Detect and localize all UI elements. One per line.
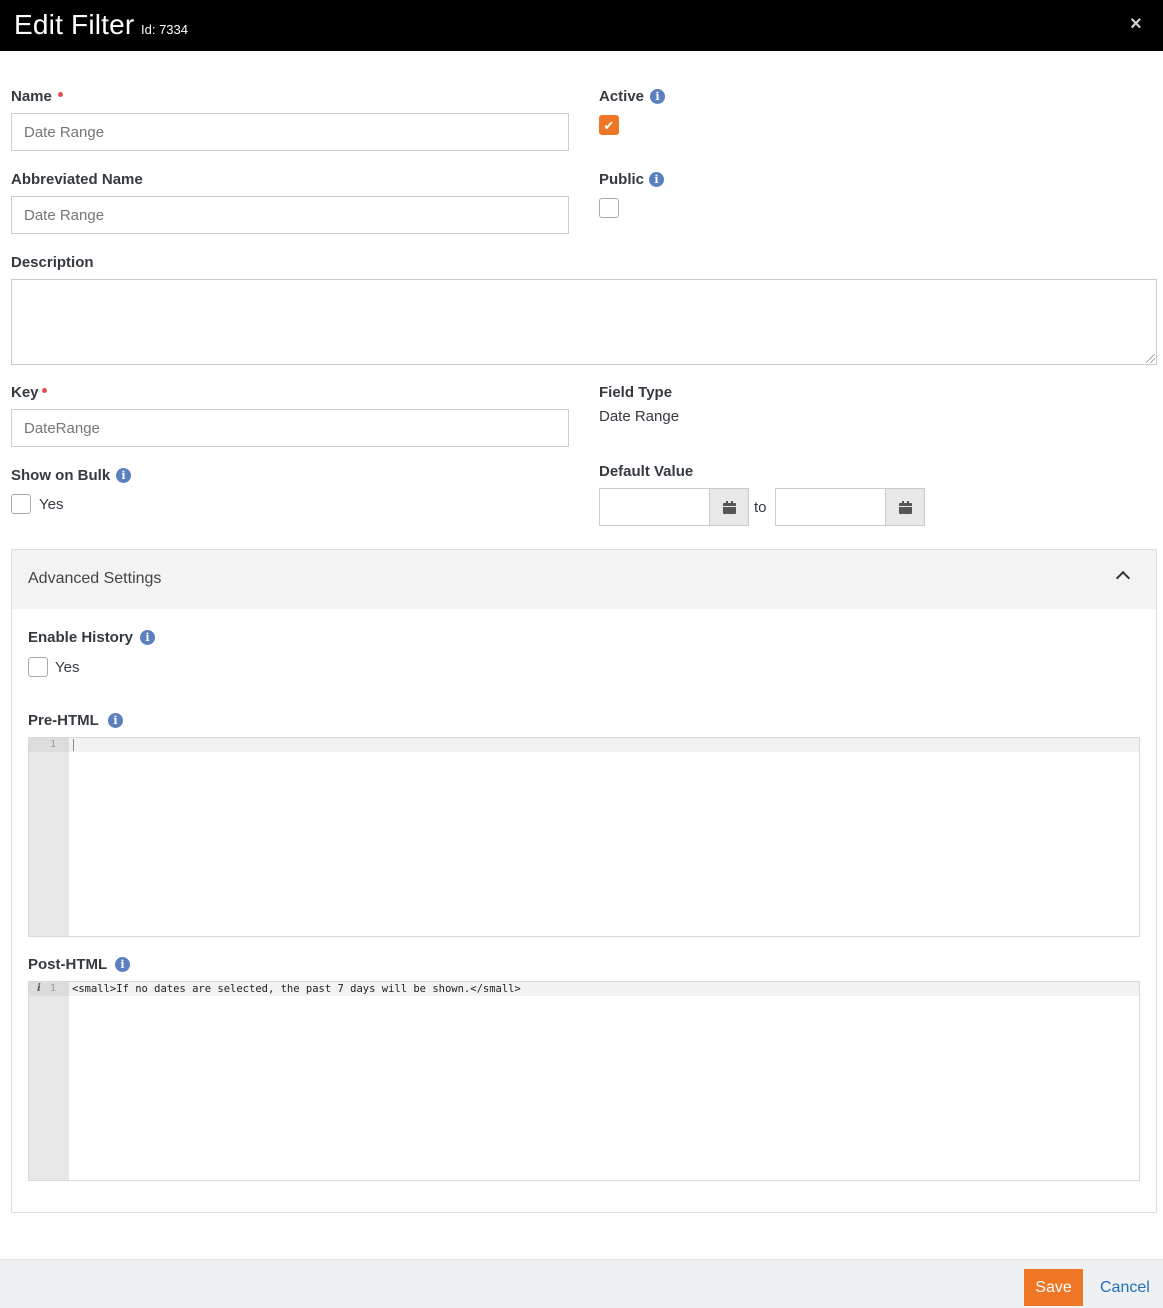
advanced-settings-title: Advanced Settings bbox=[28, 570, 162, 587]
advanced-settings-header[interactable]: Advanced Settings bbox=[12, 550, 1156, 609]
post-html-info-icon[interactable]: i bbox=[115, 957, 130, 972]
active-info-icon[interactable]: i bbox=[650, 89, 665, 104]
post-html-label: Post-HTML bbox=[28, 956, 108, 973]
dialog-id-label: Id: 7334 bbox=[141, 22, 188, 37]
cancel-link[interactable]: Cancel bbox=[1100, 1279, 1150, 1297]
pre-html-editor[interactable]: 1 bbox=[28, 737, 1140, 937]
post-html-line-number: 1 bbox=[50, 983, 57, 994]
resize-grip-icon[interactable] bbox=[1146, 354, 1155, 363]
show-on-bulk-label: Show on Bulk bbox=[11, 467, 111, 484]
default-value-separator: to bbox=[754, 499, 767, 516]
calendar-icon bbox=[898, 500, 912, 514]
description-textarea[interactable] bbox=[11, 279, 1157, 365]
default-value-label: Default Value bbox=[599, 463, 694, 480]
pre-html-cursor bbox=[73, 739, 74, 751]
show-on-bulk-info-icon[interactable]: i bbox=[116, 468, 131, 483]
dialog-footer: Save Cancel bbox=[0, 1259, 1163, 1308]
active-checkbox[interactable]: ✔ bbox=[599, 115, 619, 135]
key-label: Key bbox=[11, 384, 39, 401]
default-value-to-calendar-button[interactable] bbox=[886, 488, 925, 526]
name-label: Name bbox=[11, 88, 52, 105]
field-type-value: Date Range bbox=[599, 408, 680, 425]
abbreviated-name-label: Abbreviated Name bbox=[11, 171, 143, 188]
pre-html-active-line bbox=[29, 738, 1139, 752]
field-type-label: Field Type bbox=[599, 384, 673, 401]
post-html-active-gutter bbox=[29, 982, 69, 996]
enable-history-info-icon[interactable]: i bbox=[140, 630, 155, 645]
name-input[interactable]: Date Range bbox=[11, 113, 569, 151]
pre-html-label: Pre-HTML bbox=[28, 712, 99, 729]
key-required-dot bbox=[42, 388, 47, 393]
post-html-editor[interactable]: i 1 <small>If no dates are selected, the… bbox=[28, 981, 1140, 1181]
pre-html-line-number: 1 bbox=[50, 739, 57, 750]
default-value-from-input[interactable] bbox=[599, 488, 710, 526]
save-button[interactable]: Save bbox=[1024, 1269, 1083, 1306]
post-html-gutter bbox=[29, 982, 69, 1180]
enable-history-label: Enable History bbox=[28, 629, 134, 646]
dialog-header: Edit Filter Id: 7334 × bbox=[0, 0, 1163, 51]
default-value-to-input[interactable] bbox=[775, 488, 886, 526]
name-required-dot bbox=[58, 92, 63, 97]
calendar-icon bbox=[722, 500, 736, 514]
enable-history-yes-label: Yes bbox=[55, 659, 80, 676]
show-on-bulk-yes-label: Yes bbox=[39, 496, 64, 513]
dialog-title: Edit Filter bbox=[14, 9, 135, 40]
pre-html-gutter bbox=[29, 738, 69, 936]
chevron-up-icon[interactable] bbox=[1115, 570, 1131, 586]
pre-html-info-icon[interactable]: i bbox=[108, 713, 123, 728]
lint-info-icon: i bbox=[37, 983, 41, 994]
key-input[interactable]: DateRange bbox=[11, 409, 569, 447]
abbreviated-name-input[interactable]: Date Range bbox=[11, 196, 569, 234]
enable-history-checkbox[interactable] bbox=[28, 657, 48, 677]
show-on-bulk-checkbox[interactable] bbox=[11, 494, 31, 514]
pre-html-active-gutter bbox=[29, 738, 69, 752]
public-info-icon[interactable]: i bbox=[649, 172, 664, 187]
advanced-settings-panel: Advanced Settings Enable History i Yes P… bbox=[11, 549, 1157, 1213]
description-label: Description bbox=[11, 254, 94, 271]
public-label: Public bbox=[599, 171, 645, 188]
public-checkbox[interactable] bbox=[599, 198, 619, 218]
post-html-code: <small>If no dates are selected, the pas… bbox=[72, 983, 521, 995]
default-value-from-calendar-button[interactable] bbox=[710, 488, 749, 526]
active-label: Active bbox=[599, 88, 645, 105]
close-icon[interactable]: × bbox=[1130, 13, 1142, 36]
